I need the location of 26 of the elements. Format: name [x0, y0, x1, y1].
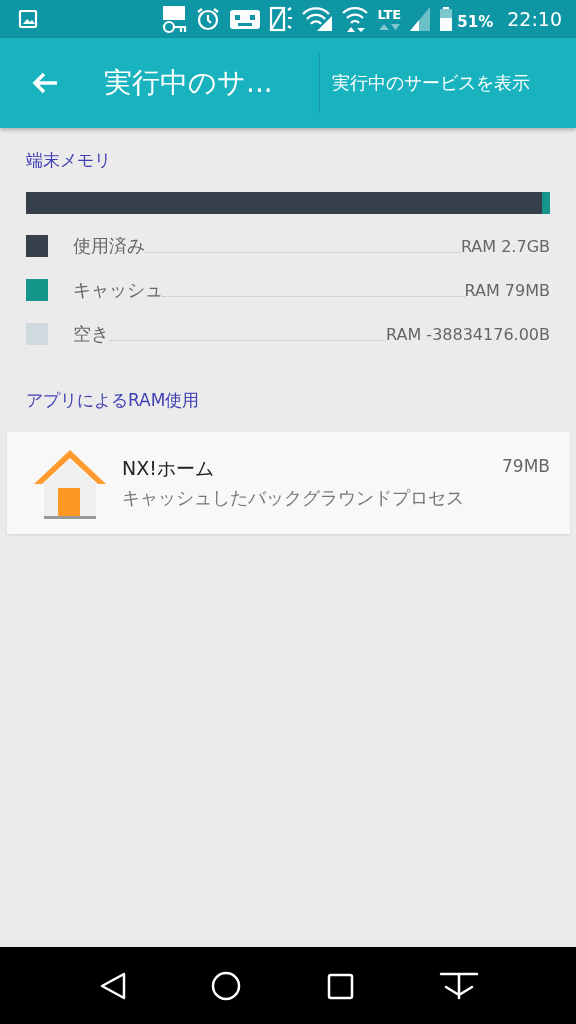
cassette-icon	[229, 7, 262, 31]
legend-label: 使用済み	[73, 234, 145, 258]
battery-icon	[439, 6, 454, 32]
screen-title: 実行中のサ...	[104, 65, 274, 101]
app-memory-size: 79MB	[502, 456, 550, 478]
legend-label: キャッシュ	[73, 278, 163, 302]
battery-percentage: 51%	[457, 13, 494, 31]
key-icon	[161, 4, 188, 34]
legend-value: RAM -38834176.00B	[386, 324, 550, 344]
app-status: キャッシュしたバックグラウンドプロセス	[122, 487, 465, 510]
back-arrow-icon	[31, 71, 59, 95]
section-heading: アプリによるRAM使用	[26, 389, 201, 412]
wifi-icon	[341, 5, 370, 33]
legend-value: RAM 2.7GB	[460, 236, 550, 256]
wifi-signal-icon	[301, 5, 334, 33]
image-icon	[18, 9, 38, 29]
app-list-item[interactable]: NX!ホーム 79MB キャッシュしたバックグラウンドプロセス	[7, 432, 570, 534]
legend-label: 空き	[73, 322, 109, 346]
data-arrows-icon	[377, 22, 402, 31]
network-type-label: LTE	[377, 7, 402, 22]
clock-time: 22:10	[507, 8, 562, 30]
signal-strength-icon	[409, 6, 432, 32]
screen-rotation-icon	[269, 5, 294, 33]
app-name: NX!ホーム	[122, 456, 214, 481]
legend-value: RAM 79MB	[464, 280, 550, 300]
section-heading: 端末メモリ	[26, 149, 112, 172]
